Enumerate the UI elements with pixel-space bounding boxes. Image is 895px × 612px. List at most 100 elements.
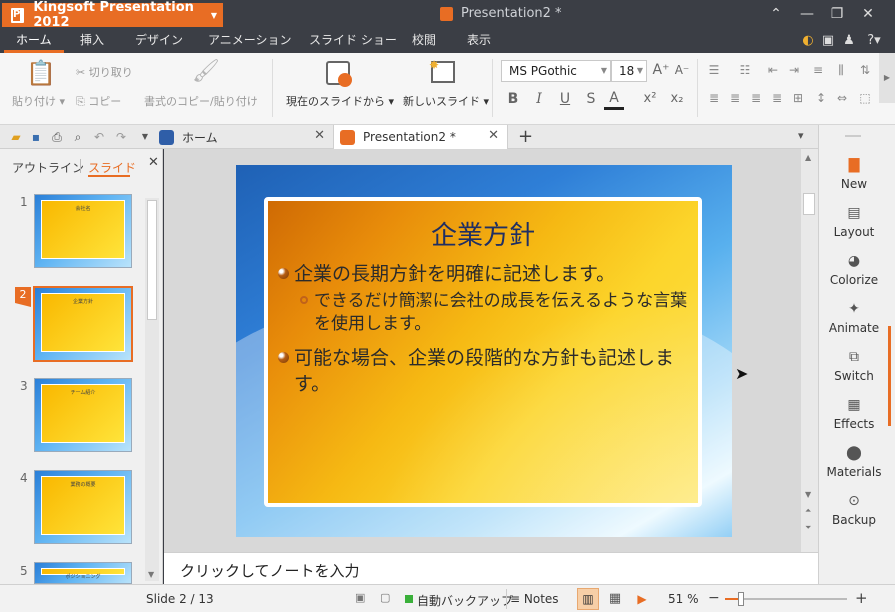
skin-icon[interactable]: ◐ <box>800 33 816 49</box>
scroll-down-icon[interactable]: ▼ <box>148 570 154 579</box>
format-painter-button[interactable]: 書式のコピー/貼り付け <box>144 93 258 109</box>
print-icon[interactable]: ⎙ <box>49 129 65 145</box>
scroll-down-icon[interactable]: ▼ <box>805 490 811 499</box>
bold-icon[interactable]: B <box>503 91 523 107</box>
slideshow-view-icon[interactable]: ▶ <box>631 588 653 610</box>
previous-slide-icon[interactable]: ⏶ <box>805 506 811 516</box>
shrink-font-icon[interactable]: A⁻ <box>672 63 692 77</box>
decrease-indent-icon[interactable]: ⇤ <box>763 63 783 77</box>
slide-sorter-icon[interactable]: ▦ <box>604 588 626 610</box>
app-menu-button[interactable]: P Kingsoft Presentation 2012 ▼ <box>2 0 223 30</box>
align-center-icon[interactable]: ≣ <box>725 91 745 105</box>
menu-view[interactable]: 表示 <box>455 29 503 53</box>
ribbon-scroll-right[interactable]: ▶ <box>879 53 895 103</box>
task-backup[interactable]: ⊙ Backup <box>819 493 889 527</box>
normal-view-icon[interactable]: ▥ <box>577 588 599 610</box>
close-icon[interactable]: ✕ <box>488 128 499 143</box>
zoom-in-button[interactable]: + <box>855 589 868 607</box>
notes-toggle[interactable]: ≡ Notes <box>510 592 559 606</box>
font-name-select[interactable]: MS PGothic ▼ <box>501 60 611 82</box>
task-effects[interactable]: ▦ Effects <box>819 397 889 431</box>
columns-icon[interactable]: ⫼ <box>831 63 851 78</box>
slide-thumbnail-3[interactable]: チーム紹介 <box>34 378 132 452</box>
align-right-icon[interactable]: ≣ <box>746 91 766 105</box>
tab-document[interactable]: Presentation2 * ✕ <box>333 125 508 149</box>
collapse-ribbon-icon[interactable]: ⌃ <box>766 4 786 24</box>
menu-design[interactable]: デザイン <box>123 29 195 53</box>
task-switch[interactable]: ⧉ Switch <box>819 349 889 383</box>
distribute-icon[interactable]: ⊞ <box>788 91 808 105</box>
zoom-level[interactable]: 51 % <box>668 592 699 606</box>
scrollbar-thumb[interactable] <box>803 193 815 215</box>
close-window-button[interactable]: ✕ <box>858 4 878 24</box>
content-placeholder[interactable]: 企業方針 企業の長期方針を明確に記述します。 できるだけ簡潔に会社の成長を伝える… <box>264 197 702 507</box>
slide-thumbnail-1[interactable]: 会社名 <box>34 194 132 268</box>
superscript-icon[interactable]: x² <box>640 91 660 106</box>
task-layout[interactable]: ▤ Layout <box>819 205 889 239</box>
restore-button[interactable]: ❐ <box>827 4 847 24</box>
text-direction-icon[interactable]: ⇅ <box>855 63 875 77</box>
customize-toolbar-icon[interactable]: ▼ <box>137 129 153 145</box>
char-spacing-icon[interactable]: ⇔ <box>832 91 852 105</box>
task-colorize[interactable]: ◕ Colorize <box>819 253 889 287</box>
menu-review[interactable]: 校閲 <box>400 29 448 53</box>
cut-button[interactable]: ✂ 切り取り <box>76 64 133 80</box>
shirt-icon[interactable]: ♟ <box>841 33 857 49</box>
tab-home[interactable]: ホーム ✕ <box>153 125 333 149</box>
undo-icon[interactable]: ↶ <box>91 129 107 145</box>
save-icon[interactable]: ▪ <box>28 129 44 145</box>
task-animate[interactable]: ✦ Animate <box>819 301 889 335</box>
task-materials[interactable]: ⬤ Materials <box>819 445 889 479</box>
bullet-1[interactable]: 企業の長期方針を明確に記述します。 <box>278 261 694 287</box>
line-spacing-icon[interactable]: ≡ <box>808 63 828 77</box>
bullet-1-sub[interactable]: できるだけ簡潔に会社の成長を伝えるような言葉を使用します。 <box>300 290 694 336</box>
scrollbar-thumb[interactable] <box>147 200 157 320</box>
font-color-icon[interactable]: A <box>604 90 624 110</box>
canvas-scrollbar[interactable]: ▲ ▼ ⏶ ⏷ <box>801 149 818 552</box>
new-slide-icon[interactable]: ✸ <box>429 58 455 83</box>
shadow-icon[interactable]: S <box>581 91 601 107</box>
slide-thumbnail-2[interactable]: 企業方針 <box>33 286 133 362</box>
spell-check-icon[interactable]: ▣ <box>355 591 369 605</box>
slide-canvas[interactable]: 企業方針 企業の長期方針を明確に記述します。 できるだけ簡潔に会社の成長を伝える… <box>236 165 732 537</box>
italic-icon[interactable]: I <box>529 91 549 107</box>
tab-slides[interactable]: スライド <box>88 159 136 176</box>
close-icon[interactable]: ✕ <box>148 155 159 170</box>
notes-pane[interactable]: クリックしてノートを入力 <box>164 552 818 584</box>
language-icon[interactable]: ▢ <box>380 591 394 605</box>
menu-slideshow[interactable]: スライド ショー <box>297 29 409 53</box>
print-preview-icon[interactable]: ⌕ <box>70 129 86 145</box>
zoom-slider-track[interactable] <box>725 592 847 606</box>
menu-animation[interactable]: アニメーション <box>196 29 304 53</box>
tab-outline[interactable]: アウトライン <box>12 159 84 176</box>
bullets-icon[interactable]: ☰ <box>704 63 724 77</box>
slide-panel-scrollbar[interactable]: ▼ <box>145 198 159 581</box>
new-tab-button[interactable]: + <box>518 125 533 149</box>
copy-button[interactable]: ⎘ コピー <box>76 93 121 109</box>
open-folder-icon[interactable]: ▰ <box>8 129 24 145</box>
bullet-2[interactable]: 可能な場合、企業の段階的な方針も記述します。 <box>278 345 694 397</box>
justify-icon[interactable]: ≣ <box>767 91 787 105</box>
underline-icon[interactable]: U <box>555 91 575 107</box>
help-icon[interactable]: ?▾ <box>862 33 886 49</box>
subscript-icon[interactable]: x₂ <box>667 91 687 106</box>
tab-list-icon[interactable]: ▾ <box>798 129 804 142</box>
numbering-icon[interactable]: ☷ <box>735 63 755 77</box>
image-icon[interactable]: ▣ <box>820 33 836 49</box>
zoom-out-button[interactable]: − <box>708 590 720 606</box>
slide-thumbnail-4[interactable]: 業務の概要 <box>34 470 132 544</box>
font-size-select[interactable]: 18 ▼ <box>611 60 647 82</box>
paragraph-spacing-icon[interactable]: ↕ <box>811 91 831 105</box>
slideshow-icon[interactable] <box>326 61 352 87</box>
task-pane-collapse-handle[interactable] <box>888 326 891 426</box>
new-slide-button[interactable]: 新しいスライド ▾ <box>403 93 489 109</box>
menu-insert[interactable]: 挿入 <box>68 29 116 53</box>
slide-title[interactable]: 企業方針 <box>268 215 698 252</box>
notes-placeholder[interactable]: クリックしてノートを入力 <box>180 560 360 581</box>
scroll-up-icon[interactable]: ▲ <box>805 153 811 162</box>
menu-home[interactable]: ホーム <box>4 29 64 53</box>
format-painter-icon[interactable]: 🖌 <box>192 59 220 84</box>
auto-backup-button[interactable]: 自動バックアップ <box>417 592 513 609</box>
text-fit-icon[interactable]: ⬚ <box>855 91 875 105</box>
next-slide-icon[interactable]: ⏷ <box>805 523 811 533</box>
